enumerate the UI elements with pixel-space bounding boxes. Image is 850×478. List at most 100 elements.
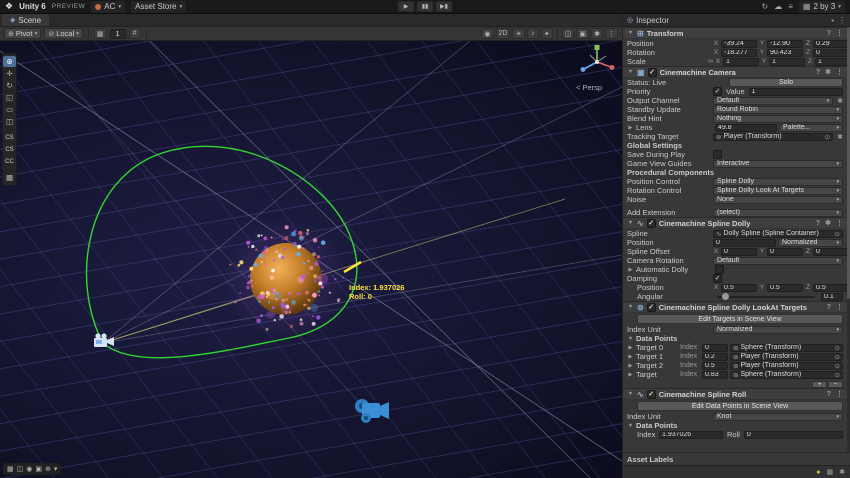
snap-increment-icon[interactable]: ⊕	[45, 465, 51, 473]
more-icon[interactable]: ⋮	[836, 303, 843, 311]
enable-checkbox[interactable]: ✓	[647, 303, 656, 312]
custom-tool-cs-2[interactable]: CS	[3, 144, 16, 155]
more-icon[interactable]: ⋮	[605, 28, 618, 39]
rotation-x-field[interactable]: -18.277	[721, 49, 757, 57]
camera-settings-icon[interactable]: ▣	[35, 465, 42, 473]
noise-dropdown[interactable]: None ▾	[713, 196, 843, 204]
scene-camera-gizmo[interactable]	[94, 333, 114, 347]
move-tool-button[interactable]: ✛	[3, 68, 16, 79]
hidden-objects-icon[interactable]: ◫	[562, 28, 575, 39]
orientation-dropdown[interactable]: ⊘ Local ▾	[44, 28, 83, 39]
audio-toggle-icon[interactable]: ♪	[527, 28, 539, 39]
foldout-closed-icon[interactable]: ▶	[627, 372, 634, 378]
foldout-open-icon[interactable]: ▼	[627, 391, 634, 397]
scene-viewport[interactable]: Index: 1.937026 Roll: 0	[0, 41, 622, 478]
position-y-field[interactable]: -12.90	[767, 40, 803, 48]
view-tool-button[interactable]: ⊛	[3, 56, 16, 67]
orientation-gizmo[interactable]	[581, 45, 615, 72]
foldout-closed-icon[interactable]: ▶	[627, 267, 634, 273]
tab-scene[interactable]: ◈ Scene	[2, 14, 49, 26]
scale-z-field[interactable]: 1	[815, 58, 847, 66]
spline-roll-header[interactable]: ▼ ∿ ✓ Cinemachine Spline Roll ? ⋮	[623, 388, 847, 400]
gear-icon[interactable]: ✱	[839, 468, 845, 476]
scale-x-field[interactable]: 1	[723, 58, 759, 66]
rotation-z-field[interactable]: 0	[813, 49, 847, 57]
asset-labels-header[interactable]: Asset Labels	[623, 452, 850, 465]
transform-tool-button[interactable]: ◫	[3, 116, 16, 127]
render-mode-icon[interactable]: ◉	[481, 28, 493, 39]
enable-checkbox[interactable]: ✓	[647, 219, 656, 228]
enable-checkbox[interactable]: ✓	[648, 68, 657, 77]
spline-object-field[interactable]: ∿ Dolly Spline (Spline Container) ⊙	[713, 230, 843, 238]
object-picker-icon[interactable]: ⊙	[835, 362, 840, 370]
save-during-play-checkbox[interactable]	[713, 150, 722, 159]
gizmos-dropdown-icon[interactable]: ✱	[591, 28, 603, 39]
output-channel-dropdown[interactable]: Default ▾	[713, 97, 833, 105]
object-picker-icon[interactable]: ⊙	[825, 133, 830, 141]
scale-tool-button[interactable]: ◱	[3, 92, 16, 103]
vcam-icon[interactable]	[355, 399, 389, 423]
lock-icon[interactable]: ▪	[831, 16, 834, 25]
remove-data-point-button[interactable]: −	[828, 381, 843, 388]
roll-index-field[interactable]: 1.937026	[659, 431, 723, 439]
position-unit-dropdown[interactable]: Normalized ▾	[778, 239, 843, 247]
lighting-toggle-icon[interactable]: ☀	[512, 28, 524, 39]
more-icon[interactable]: ⋮	[836, 390, 843, 398]
layout-dropdown[interactable]: ▦ 2 by 3 ▾	[799, 1, 845, 13]
automatic-dolly-checkbox[interactable]	[715, 265, 724, 274]
grid-size-field[interactable]: 1	[110, 29, 126, 39]
blend-hint-dropdown[interactable]: Nothing ▾	[713, 115, 843, 123]
target-0-index-field[interactable]: 0	[702, 344, 728, 352]
custom-tool-cc[interactable]: CC	[3, 156, 16, 167]
object-picker-icon[interactable]: ⊙	[835, 344, 840, 352]
foldout-open-icon[interactable]: ▼	[627, 304, 634, 310]
add-extension-dropdown[interactable]: (select) ▾	[713, 209, 843, 217]
help-icon[interactable]: ?	[827, 391, 831, 398]
play-button[interactable]: ▶	[398, 1, 415, 12]
foldout-closed-icon[interactable]: ▶	[627, 345, 634, 351]
account-menu[interactable]: AC ▾	[91, 1, 125, 13]
rotate-tool-button[interactable]: ↻	[3, 80, 16, 91]
undo-history-icon[interactable]: ↻	[762, 2, 769, 11]
angular-value-field[interactable]: 0.1	[821, 293, 843, 301]
data-points-header[interactable]: ▼ Data Points	[623, 421, 847, 430]
help-icon[interactable]: ?	[816, 220, 820, 227]
help-icon[interactable]: ?	[816, 69, 820, 76]
roll-value-field[interactable]: 0	[744, 431, 843, 439]
damping-x-field[interactable]: 0.5	[721, 284, 757, 292]
target-2-object-field[interactable]: ⊚ Player (Transform) ⊙	[730, 362, 843, 370]
help-icon[interactable]: ?	[827, 304, 831, 311]
position-control-dropdown[interactable]: Spline Dolly ▾	[713, 178, 843, 186]
custom-tool-cs-1[interactable]: CS	[3, 132, 16, 143]
damping-z-field[interactable]: 0.5	[813, 284, 847, 292]
add-data-point-button[interactable]: +	[812, 381, 827, 388]
angular-slider[interactable]	[717, 296, 815, 298]
priority-value-field[interactable]: 1	[749, 88, 843, 96]
label-dot-icon[interactable]: ●	[816, 469, 820, 476]
object-picker-icon[interactable]: ⊙	[835, 371, 840, 379]
overlay-menu-icon[interactable]: ▾	[54, 465, 58, 473]
effects-toggle-icon[interactable]: ✦	[541, 28, 553, 39]
rect-tool-button[interactable]: ▭	[3, 104, 16, 115]
persp-label[interactable]: < Persp	[576, 83, 602, 92]
menu-icon[interactable]: ≡	[788, 2, 793, 11]
foldout-closed-icon[interactable]: ▶	[627, 125, 634, 131]
target-1-index-field[interactable]: 0.2	[702, 353, 728, 361]
grid-tool-button[interactable]: ▦	[3, 172, 16, 183]
foldout-open-icon[interactable]: ▼	[627, 220, 634, 226]
rotation-y-field[interactable]: 90.423	[767, 49, 803, 57]
object-picker-icon[interactable]: ⊙	[835, 353, 840, 361]
position-x-field[interactable]: -39.24	[721, 40, 757, 48]
pause-button[interactable]: ▮▮	[417, 1, 434, 12]
2d-toggle[interactable]: 2D	[496, 28, 511, 39]
foldout-closed-icon[interactable]: ▶	[627, 363, 634, 369]
offset-x-field[interactable]: 0	[721, 248, 757, 256]
menu-icon[interactable]: ⋮	[838, 16, 846, 25]
grid-icon[interactable]: ▦	[827, 468, 834, 476]
overlay-panels-icon[interactable]: ◫	[17, 465, 24, 473]
position-z-field[interactable]: 0.29	[813, 40, 847, 48]
cinemachine-camera-header[interactable]: ▼ ▣ ✓ Cinemachine Camera ? ✱ ⋮	[623, 66, 847, 78]
priority-checkbox[interactable]: ✓	[713, 87, 722, 96]
damping-checkbox[interactable]: ✓	[713, 274, 722, 283]
foldout-closed-icon[interactable]: ▶	[627, 354, 634, 360]
